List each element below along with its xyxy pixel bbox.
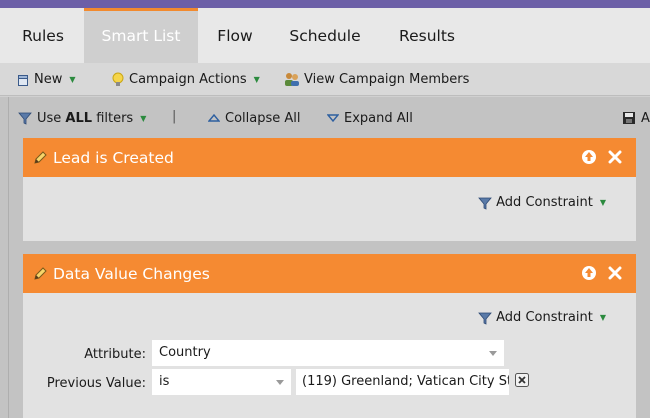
filter-panel-lead-is-created: Lead is Created Add Constraint ▼: [23, 138, 636, 241]
previous-value-text: (119) Greenland; Vatican City Sta: [302, 374, 509, 389]
canvas-left-divider: [8, 97, 9, 418]
filter-panel-data-value-changes: Data Value Changes Add Constraint ▼ Attr…: [23, 254, 636, 418]
add-constraint-label: Add Constraint: [496, 195, 593, 210]
filter-panel-header[interactable]: Lead is Created: [23, 138, 636, 177]
campaign-actions-label: Campaign Actions: [129, 72, 247, 87]
campaign-actions-caret-icon: ▼: [253, 75, 260, 84]
chevron-down-icon: [276, 380, 284, 385]
filter-title: Lead is Created: [53, 148, 174, 167]
triangle-up-icon: [208, 113, 220, 122]
collapse-all-button[interactable]: Collapse All: [208, 109, 301, 127]
previous-value-label: Previous Value:: [46, 376, 146, 391]
new-label: New: [34, 72, 63, 87]
operator-select[interactable]: is: [152, 369, 291, 395]
filter-funnel-icon: [18, 112, 32, 125]
triangle-down-icon: [327, 114, 339, 123]
add-constraint-button[interactable]: Add Constraint ▼: [478, 195, 606, 210]
close-icon[interactable]: [608, 150, 622, 164]
chevron-down-icon: [489, 351, 497, 356]
tab-smart-list[interactable]: Smart List: [84, 8, 198, 63]
new-menu-button[interactable]: New ▼: [16, 63, 76, 96]
view-campaign-members-button[interactable]: View Campaign Members: [284, 63, 469, 96]
smart-list-canvas: Use ALL filters ▼ | Collapse All Expand …: [0, 97, 650, 418]
tab-results[interactable]: Results: [380, 8, 474, 63]
filter-funnel-icon: [478, 312, 492, 325]
move-up-icon[interactable]: [581, 265, 597, 281]
add-constraint-caret-icon: ▼: [599, 198, 606, 207]
people-icon: [285, 73, 299, 86]
clear-value-icon[interactable]: [515, 372, 529, 391]
filter-options-bar: Use ALL filters ▼ | Collapse All Expand …: [0, 97, 650, 137]
attribute-label: Attribute:: [84, 347, 146, 362]
filter-funnel-icon: [478, 197, 492, 210]
expand-all-label: Expand All: [344, 110, 413, 126]
add-constraint-button[interactable]: Add Constraint ▼: [478, 310, 606, 325]
top-accent-strip: [0, 0, 650, 8]
operator-value: is: [159, 374, 170, 389]
collapse-all-label: Collapse All: [225, 110, 301, 126]
use-filters-prefix: Use: [37, 110, 66, 126]
add-constraint-label: Add Constraint: [496, 310, 593, 325]
campaign-actions-button[interactable]: Campaign Actions ▼: [111, 63, 260, 96]
view-campaign-members-label: View Campaign Members: [304, 72, 470, 87]
tab-rules[interactable]: Rules: [0, 8, 86, 63]
filter-title: Data Value Changes: [53, 264, 210, 283]
use-filters-button[interactable]: Use ALL filters ▼: [18, 109, 146, 127]
filterbar-separator: |: [172, 109, 177, 124]
move-up-icon[interactable]: [581, 149, 597, 165]
close-icon[interactable]: [608, 266, 622, 280]
attribute-select[interactable]: Country: [152, 340, 504, 366]
add-constraint-caret-icon: ▼: [599, 313, 606, 322]
save-button[interactable]: A: [622, 109, 650, 127]
tab-flow[interactable]: Flow: [198, 8, 272, 63]
toolbar: New ▼ Campaign Actions ▼ View Campaign M…: [0, 63, 650, 96]
filter-panel-controls: [581, 149, 622, 165]
new-icon: [18, 74, 28, 86]
use-filters-suffix: filters: [92, 110, 134, 126]
tab-bar: Rules Smart List Flow Schedule Results: [0, 8, 650, 63]
tab-schedule[interactable]: Schedule: [272, 8, 378, 63]
use-filters-bold: ALL: [65, 110, 93, 126]
expand-all-button[interactable]: Expand All: [327, 109, 413, 127]
previous-value-input[interactable]: (119) Greenland; Vatican City Sta: [296, 369, 509, 395]
pencil-icon: [34, 267, 47, 280]
use-filters-caret-icon: ▼: [140, 113, 147, 123]
filter-panel-header[interactable]: Data Value Changes: [23, 254, 636, 293]
lightbulb-icon: [112, 72, 124, 86]
filter-panel-controls: [581, 265, 622, 281]
pencil-icon: [34, 151, 47, 164]
floppy-disk-icon: [623, 112, 635, 124]
save-label: A: [641, 110, 650, 126]
new-caret-icon: ▼: [69, 75, 76, 84]
attribute-value: Country: [159, 345, 211, 360]
